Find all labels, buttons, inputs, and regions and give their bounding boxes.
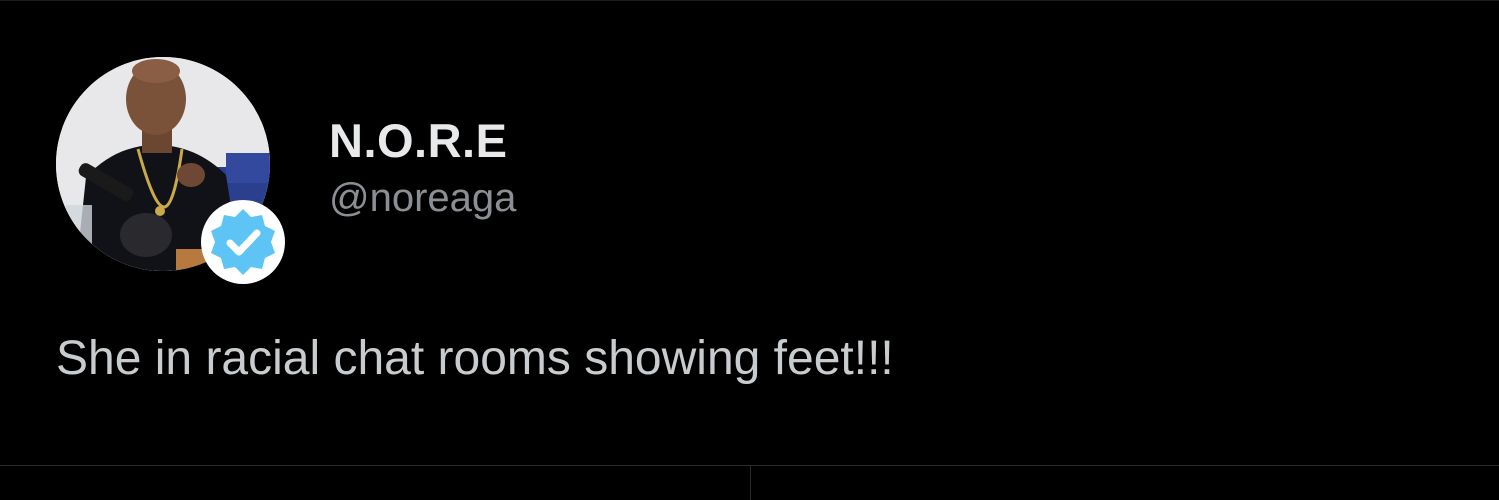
tweet-text: She in racial chat rooms showing feet!!! <box>56 332 894 385</box>
verified-check-icon <box>200 199 286 285</box>
author-display-name[interactable]: N.O.R.E <box>329 113 507 168</box>
author-handle[interactable]: @noreaga <box>329 176 516 221</box>
avatar-container[interactable] <box>56 57 285 284</box>
tweet-card: N.O.R.E @noreaga She in racial chat room… <box>0 0 1499 500</box>
footer-column-divider <box>750 466 751 500</box>
